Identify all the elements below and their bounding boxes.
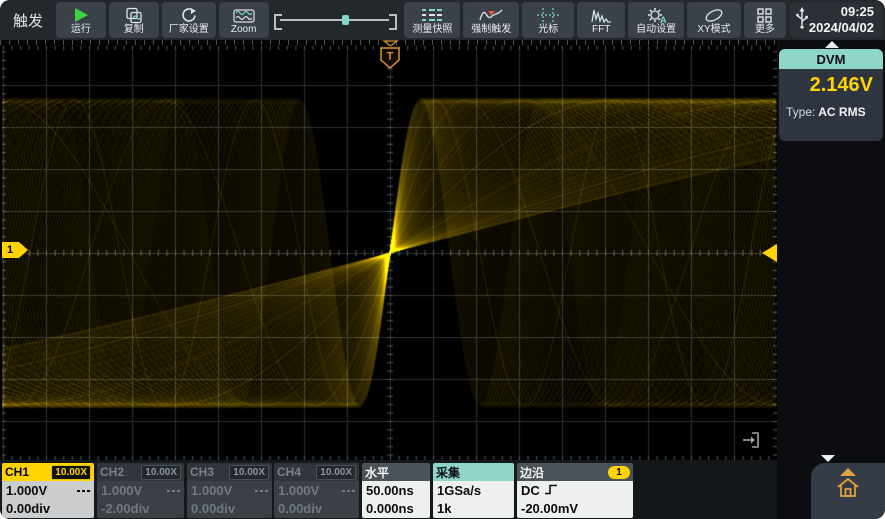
clock-panel[interactable]: 09:25 2024/04/02 <box>789 2 882 38</box>
timebase-value: 50.00ns <box>366 482 414 500</box>
delay-value: 0.000ns <box>366 500 414 518</box>
ch2-name: CH2 <box>100 465 124 479</box>
rising-edge-icon <box>544 482 558 501</box>
dvm-panel[interactable]: DVM 2.146V Type: AC RMS <box>779 49 883 141</box>
ch1-name: CH1 <box>5 465 29 479</box>
zoom-icon <box>233 6 255 24</box>
home-icon <box>835 476 861 500</box>
acquire-title: 采集 <box>436 464 460 481</box>
waveform-plot[interactable]: T 1 <box>2 46 777 460</box>
cursor-icon <box>536 6 560 24</box>
ch4-dc-coupling-icon <box>342 490 355 492</box>
copy-button[interactable]: 复制 <box>109 2 159 38</box>
right-panel: DVM 2.146V Type: AC RMS <box>777 40 885 519</box>
dvm-title[interactable]: DVM <box>779 49 883 69</box>
xy-mode-icon <box>702 6 726 24</box>
auto-setup-button[interactable]: A 自动设置 <box>628 2 684 38</box>
sample-rate-value: 1GSa/s <box>437 482 481 500</box>
trigger-block[interactable]: 边沿 1 DC -20.00mV <box>517 463 633 518</box>
slider-track[interactable] <box>280 19 390 21</box>
ch4-scale: 1.000V <box>278 482 319 500</box>
trigger-position-slider[interactable] <box>274 12 400 28</box>
channel1-block[interactable]: CH1 10.00X 1.000V 0.00div <box>2 463 94 518</box>
dvm-type: Type: AC RMS <box>779 105 883 119</box>
auto-setup-icon: A <box>645 6 667 24</box>
bottom-status-bar: CH1 10.00X 1.000V 0.00div CH2 10.00X 1.0… <box>0 460 777 519</box>
cursor-button[interactable]: 光标 <box>522 2 574 38</box>
trigger-level-marker[interactable] <box>762 244 777 262</box>
scroll-up-icon[interactable] <box>840 468 856 476</box>
horizontal-title: 水平 <box>365 464 389 481</box>
clock-time: 09:25 <box>809 4 874 20</box>
play-icon <box>71 6 91 24</box>
usb-icon <box>795 6 809 35</box>
ch3-offset: 0.00div <box>191 500 235 518</box>
expand-panel-icon[interactable] <box>742 430 766 455</box>
ch4-name: CH4 <box>277 465 301 479</box>
ch3-probe: 10.00X <box>229 465 269 480</box>
ch1-probe: 10.00X <box>51 465 91 480</box>
dvm-type-value: AC RMS <box>818 105 865 119</box>
fft-button[interactable]: FFT <box>577 2 625 38</box>
ch4-offset: 0.00div <box>278 500 322 518</box>
dvm-value: 2.146V <box>779 74 883 97</box>
trigger-menu-button[interactable]: 触发 <box>3 2 53 38</box>
more-button[interactable]: 更多 <box>744 2 786 38</box>
zoom-button[interactable]: Zoom <box>219 2 269 38</box>
ch3-dc-coupling-icon <box>255 490 268 492</box>
measure-snapshot-icon <box>420 6 444 24</box>
ch2-dc-coupling-icon <box>167 490 180 492</box>
ch4-probe: 10.00X <box>316 465 356 480</box>
run-button[interactable]: 运行 <box>56 2 106 38</box>
panel-collapse-up-icon[interactable] <box>825 41 839 48</box>
acquire-block[interactable]: 采集 1GSa/s 1k <box>433 463 514 518</box>
ch3-scale: 1.000V <box>191 482 232 500</box>
horizontal-block[interactable]: 水平 50.00ns 0.000ns <box>362 463 430 518</box>
ch2-scale: 1.000V <box>101 482 142 500</box>
force-trigger-button[interactable]: 强制触发 <box>463 2 519 38</box>
ch1-offset: 0.00div <box>6 500 50 518</box>
trigger-flag-marker[interactable]: T <box>379 47 401 76</box>
panel-collapse-down-icon[interactable] <box>821 455 835 462</box>
top-ruler-ticks <box>0 40 885 45</box>
factory-reset-button[interactable]: 厂家设置 <box>162 2 216 38</box>
force-trigger-icon <box>479 6 503 24</box>
channel2-block[interactable]: CH2 10.00X 1.000V -2.00div <box>97 463 184 518</box>
measure-snapshot-button[interactable]: 测量快照 <box>404 2 460 38</box>
slider-handle[interactable] <box>342 15 349 25</box>
trigger-menu-label: 触发 <box>13 10 43 31</box>
memory-depth-value: 1k <box>437 500 451 518</box>
svg-text:A: A <box>660 15 667 24</box>
more-icon <box>756 6 773 24</box>
channel3-block[interactable]: CH3 10.00X 1.000V 0.00div <box>187 463 272 518</box>
channel4-block[interactable]: CH4 10.00X 1.000V 0.00div <box>274 463 359 518</box>
trigger-source-badge: 1 <box>608 466 630 479</box>
oscilloscope-screen: 触发 运行 复制 厂家设置 <box>0 0 885 519</box>
factory-reset-icon <box>179 6 199 24</box>
home-panel <box>811 463 885 519</box>
ch2-offset: -2.00div <box>101 500 149 518</box>
trigger-coupling: DC <box>521 482 540 500</box>
ch1-scale: 1.000V <box>6 482 47 500</box>
fft-icon <box>590 6 612 24</box>
ch3-name: CH3 <box>190 465 214 479</box>
top-toolbar: 触发 运行 复制 厂家设置 <box>0 0 885 40</box>
trigger-level-value: -20.00mV <box>521 500 578 518</box>
clock-datetime: 09:25 2024/04/02 <box>809 4 874 36</box>
waveform-canvas[interactable] <box>2 46 777 460</box>
dvm-type-label: Type: <box>786 105 815 119</box>
xy-mode-button[interactable]: XY模式 <box>687 2 741 38</box>
svg-text:T: T <box>387 51 394 63</box>
clock-date: 2024/04/02 <box>809 20 874 36</box>
trigger-title: 边沿 <box>520 464 544 481</box>
copy-icon <box>124 6 144 24</box>
home-button[interactable] <box>835 476 861 505</box>
ch2-probe: 10.00X <box>141 465 181 480</box>
ch1-dc-coupling-icon <box>77 490 90 492</box>
slider-right-bracket <box>389 14 397 30</box>
slider-left-bracket <box>274 14 282 30</box>
